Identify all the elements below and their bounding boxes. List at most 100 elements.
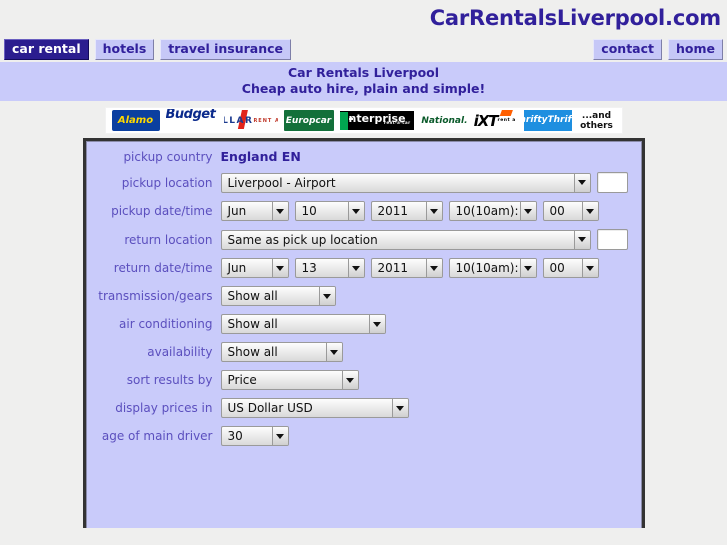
row-air-conditioning: air conditioning Show all (86, 314, 642, 334)
select-availability[interactable]: Show all (220, 342, 343, 362)
select-pickup-minute[interactable]: 00 (542, 201, 599, 221)
enterprise-logo-icon: nterprise rent-a-car (339, 111, 414, 130)
select-pickup-month[interactable]: Jun (220, 201, 289, 221)
label-return-datetime: return date/time (113, 261, 213, 275)
chevron-down-icon (573, 173, 590, 192)
label-pickup-location: pickup location (121, 175, 213, 190)
select-pickup-month-value: Jun (227, 204, 247, 218)
nav-right-group: contact home (593, 38, 723, 60)
label-transmission: transmission/gears (98, 289, 213, 303)
select-return-minute-value: 00 (549, 261, 565, 275)
sixt-logo-text: SiXT (473, 111, 499, 130)
select-return-year-value: 2011 (377, 261, 409, 275)
label-availability: availability (147, 345, 213, 359)
chevron-down-icon (519, 259, 536, 277)
brand-logo-strip-wrapper: Alamo Budget DOLLAR RENT A CAR Europcar … (0, 101, 727, 138)
select-transmission-value: Show all (227, 289, 278, 303)
select-display-prices-value: US Dollar USD (227, 401, 313, 415)
select-pickup-minute-value: 00 (549, 204, 565, 218)
label-pickup-country: pickup country (123, 149, 213, 164)
national-logo-icon: National. (419, 110, 468, 131)
brand-logo-strip: Alamo Budget DOLLAR RENT A CAR Europcar … (104, 107, 623, 134)
select-return-day-value: 13 (301, 261, 317, 275)
booking-form-panel-wrapper: pickup country England EN pickup locatio… (0, 138, 727, 528)
select-pickup-location-value: Liverpool - Airport (227, 175, 336, 190)
select-pickup-day-value: 10 (301, 204, 317, 218)
enterprise-logo-subtext: rent-a-car (383, 120, 411, 125)
nav-left-group: car rental hotels travel insurance (4, 38, 292, 60)
national-logo-text: National. (421, 115, 468, 126)
chevron-down-icon (341, 371, 358, 389)
budget-logo-icon: Budget (165, 109, 218, 132)
row-transmission: transmission/gears Show all (86, 286, 642, 306)
enterprise-logo-accent (339, 112, 348, 130)
select-sort-results[interactable]: Price (220, 370, 359, 390)
input-return-location-extra[interactable] (596, 229, 628, 250)
chevron-down-icon (425, 202, 442, 220)
select-return-location[interactable]: Same as pick up location (220, 229, 591, 250)
select-return-minute[interactable]: 00 (542, 258, 599, 278)
chevron-down-icon (347, 259, 364, 277)
label-display-prices: display prices in (115, 401, 213, 415)
chevron-down-icon (581, 259, 598, 277)
nav-item-travel-insurance[interactable]: travel insurance (160, 38, 292, 60)
select-pickup-hour[interactable]: 10(10am): (448, 201, 537, 221)
input-pickup-location-extra[interactable] (596, 172, 628, 193)
row-pickup-datetime: pickup date/time Jun 10 2011 10(10am): 0… (86, 201, 642, 221)
select-return-hour[interactable]: 10(10am): (448, 258, 537, 278)
chevron-down-icon (368, 315, 385, 333)
site-header: CarRentalsLiverpool.com (0, 0, 727, 36)
main-navigation: car rental hotels travel insurance conta… (0, 36, 727, 62)
select-pickup-hour-value: 10(10am): (455, 204, 519, 218)
select-air-conditioning-value: Show all (227, 317, 278, 331)
row-return-datetime: return date/time Jun 13 2011 10(10am): 0… (86, 258, 642, 278)
sixt-logo-accent (499, 110, 513, 116)
select-air-conditioning[interactable]: Show all (220, 314, 386, 334)
select-display-prices[interactable]: US Dollar USD (220, 398, 409, 418)
nav-item-hotels[interactable]: hotels (94, 38, 155, 60)
enterprise-logo-dash (348, 118, 353, 120)
nav-item-car-rental[interactable]: car rental (4, 38, 89, 60)
chevron-down-icon (271, 427, 288, 445)
select-pickup-location[interactable]: Liverpool - Airport (220, 172, 591, 193)
select-pickup-year-value: 2011 (377, 204, 409, 218)
tagline-band: Car Rentals Liverpool Cheap auto hire, p… (0, 62, 727, 101)
select-return-hour-value: 10(10am): (455, 261, 519, 275)
sixt-logo-icon: SiXT rent a car (473, 110, 518, 131)
alamo-logo-icon: Alamo (111, 110, 160, 131)
chevron-down-icon (425, 259, 442, 277)
row-pickup-country: pickup country England EN (86, 149, 642, 164)
row-sort-results: sort results by Price (86, 370, 642, 390)
site-title: CarRentalsLiverpool.com (429, 6, 722, 30)
select-return-location-value: Same as pick up location (227, 232, 378, 247)
booking-form-panel: pickup country England EN pickup locatio… (82, 138, 645, 528)
select-pickup-year[interactable]: 2011 (370, 201, 443, 221)
chevron-down-icon (271, 259, 288, 277)
chevron-down-icon (573, 230, 590, 249)
europcar-logo-icon: Europcar (283, 110, 334, 131)
chevron-down-icon (325, 343, 342, 361)
select-transmission[interactable]: Show all (220, 286, 336, 306)
row-availability: availability Show all (86, 342, 642, 362)
select-return-year[interactable]: 2011 (370, 258, 443, 278)
tagline-line-1: Car Rentals Liverpool (287, 65, 440, 80)
label-sort-results: sort results by (126, 373, 213, 387)
label-driver-age: age of main driver (101, 429, 213, 443)
label-pickup-datetime: pickup date/time (111, 204, 213, 218)
chevron-down-icon (318, 287, 335, 305)
row-pickup-location: pickup location Liverpool - Airport (86, 172, 642, 193)
nav-item-home[interactable]: home (668, 38, 723, 60)
nav-item-contact[interactable]: contact (593, 38, 662, 60)
chevron-down-icon (391, 399, 408, 417)
thrifty-logo-text-top: Thrifty (524, 115, 548, 125)
select-return-day[interactable]: 13 (294, 258, 365, 278)
thrifty-logo-icon: Thrifty Thrifty (523, 110, 572, 131)
select-return-month[interactable]: Jun (220, 258, 289, 278)
select-pickup-day[interactable]: 10 (294, 201, 365, 221)
row-driver-age: age of main driver 30 (86, 426, 642, 446)
tagline-line-2: Cheap auto hire, plain and simple! (241, 81, 486, 96)
select-driver-age[interactable]: 30 (220, 426, 289, 446)
select-return-month-value: Jun (227, 261, 247, 275)
label-air-conditioning: air conditioning (119, 317, 213, 331)
select-sort-results-value: Price (227, 373, 257, 387)
